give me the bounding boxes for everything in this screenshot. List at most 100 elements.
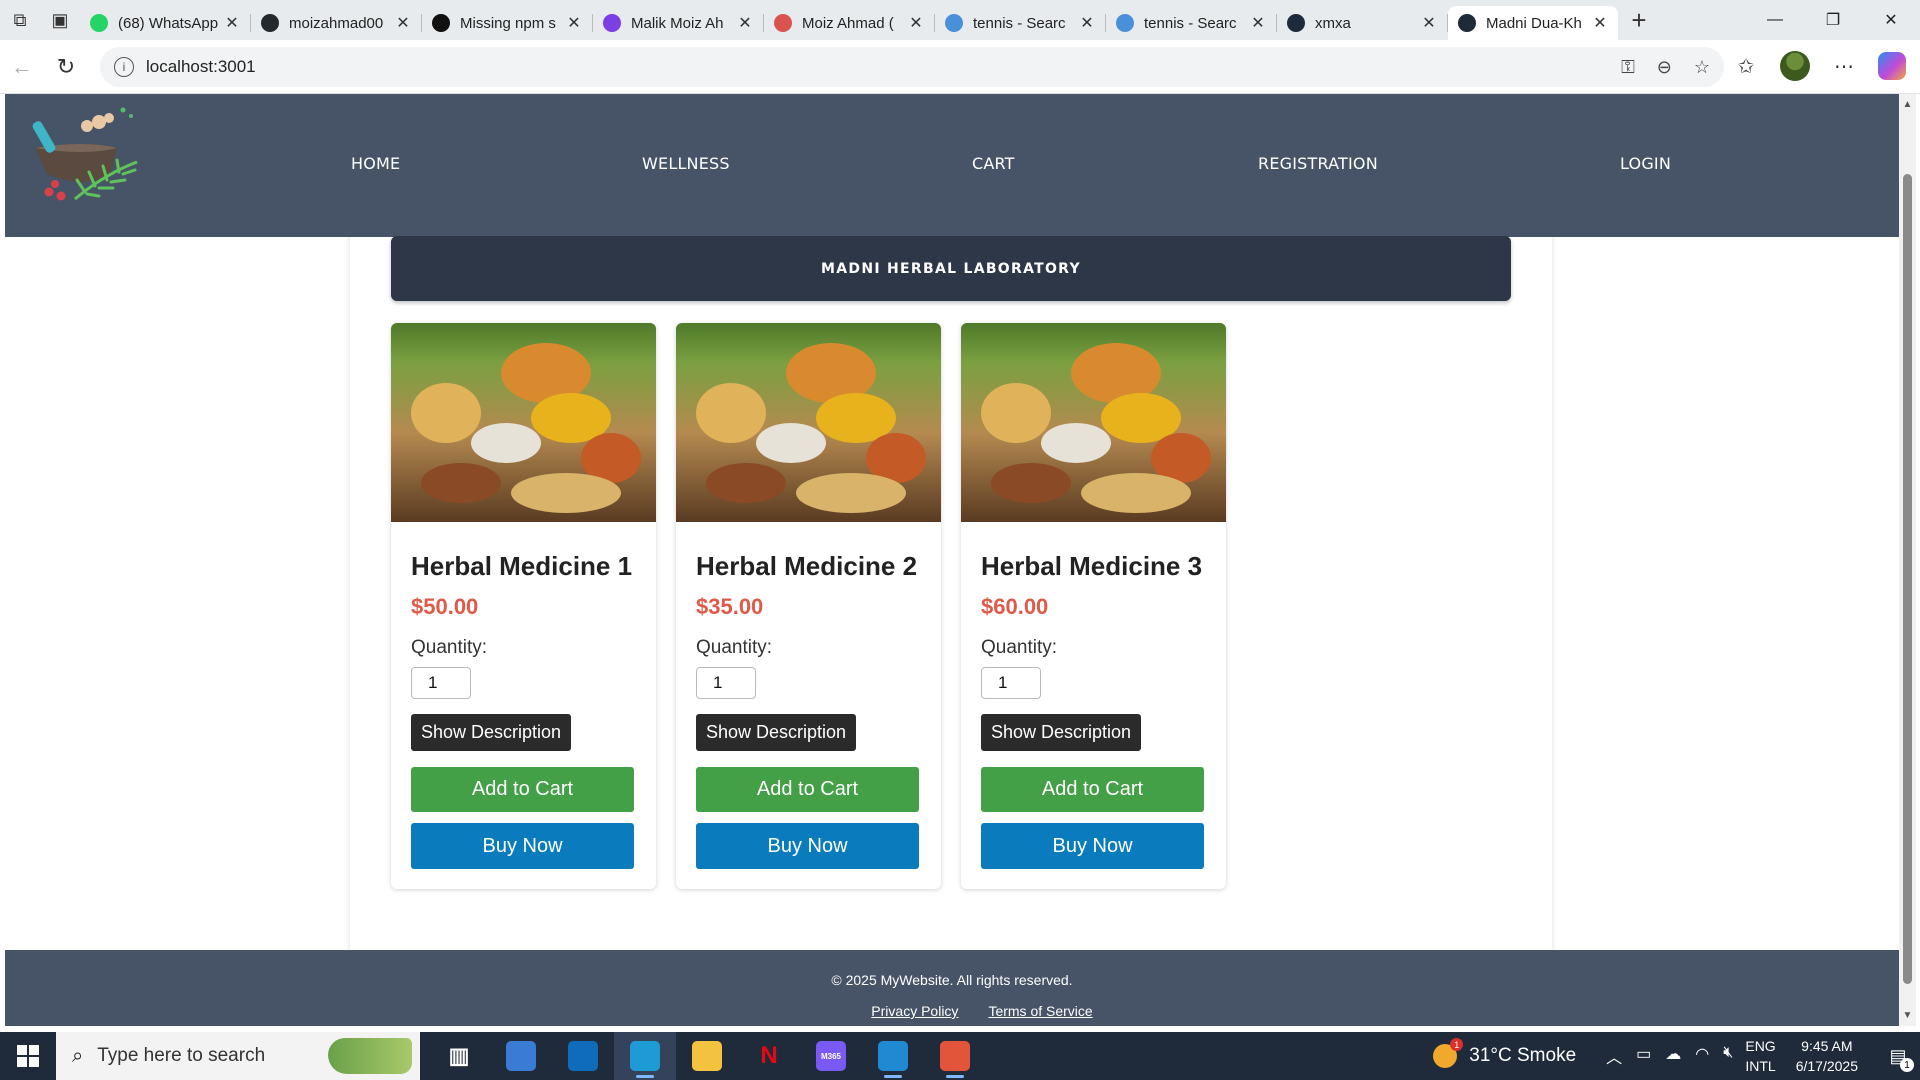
browser-tab[interactable]: Madni Dua-Kh ✕ bbox=[1448, 6, 1618, 40]
back-button[interactable]: ← bbox=[0, 47, 44, 87]
system-clock[interactable]: 9:45 AM 6/17/2025 bbox=[1796, 1036, 1858, 1076]
tab-actions-icon[interactable]: ▣ bbox=[40, 0, 80, 40]
close-window-button[interactable]: ✕ bbox=[1862, 0, 1920, 40]
search-highlight-image[interactable] bbox=[328, 1038, 412, 1074]
wifi-icon[interactable]: ◠ bbox=[1695, 1044, 1709, 1068]
taskbar-app-edge[interactable] bbox=[614, 1032, 676, 1080]
favorite-star-icon[interactable]: ☆ bbox=[1694, 57, 1710, 78]
browser-tab[interactable]: moizahmad00 ✕ bbox=[251, 6, 422, 40]
keyboard-layout: INTL bbox=[1745, 1058, 1776, 1074]
browser-tab[interactable]: Malik Moiz Ah ✕ bbox=[593, 6, 764, 40]
quantity-label: Quantity: bbox=[411, 637, 488, 658]
weather-sun-icon: 1 bbox=[1433, 1038, 1464, 1068]
minimize-button[interactable]: — bbox=[1746, 0, 1804, 40]
weather-widget[interactable]: 1 31°C Smoke bbox=[1433, 1038, 1577, 1068]
browser-tab[interactable]: tennis - Searc ✕ bbox=[1106, 6, 1277, 40]
restore-button[interactable]: ❐ bbox=[1804, 0, 1862, 40]
weather-alert-badge: 1 bbox=[1450, 1038, 1464, 1051]
site-info-icon[interactable]: i bbox=[114, 57, 134, 77]
url-text[interactable]: localhost:3001 bbox=[146, 57, 256, 77]
quantity-input[interactable] bbox=[696, 667, 756, 699]
show-description-button[interactable]: Show Description bbox=[411, 714, 571, 751]
close-tab-icon[interactable]: ✕ bbox=[224, 13, 240, 33]
start-button[interactable] bbox=[0, 1032, 56, 1080]
page-viewport: HOME WELLNESS CART REGISTRATION LOGIN MA… bbox=[5, 94, 1899, 1026]
nav-login[interactable]: LOGIN bbox=[1620, 154, 1671, 173]
nav-cart[interactable]: CART bbox=[972, 154, 1015, 173]
buy-now-button[interactable]: Buy Now bbox=[981, 823, 1204, 869]
product-name: Herbal Medicine 1 bbox=[411, 551, 633, 581]
notification-center-icon[interactable]: ▤ 1 bbox=[1876, 1032, 1920, 1080]
nav-wellness[interactable]: WELLNESS bbox=[642, 154, 730, 173]
weather-text: 31°C Smoke bbox=[1469, 1045, 1577, 1066]
browser-tab[interactable]: xmxa ✕ bbox=[1277, 6, 1448, 40]
search-icon bbox=[945, 14, 963, 32]
privacy-policy-link[interactable]: Privacy Policy bbox=[871, 1003, 958, 1019]
copyright-text: © 2025 MyWebsite. All rights reserved. bbox=[831, 972, 1073, 988]
input-language[interactable]: ENG INTL bbox=[1745, 1036, 1775, 1076]
taskbar-app-m365[interactable]: M365 bbox=[800, 1032, 862, 1080]
product-image bbox=[676, 323, 941, 522]
close-tab-icon[interactable]: ✕ bbox=[1079, 13, 1095, 33]
buy-now-button[interactable]: Buy Now bbox=[411, 823, 634, 869]
show-hidden-icons-chevron-icon[interactable]: ︿ bbox=[1606, 1044, 1622, 1068]
taskbar-app-vscode[interactable] bbox=[862, 1032, 924, 1080]
workspaces-icon[interactable]: ⧉ bbox=[0, 0, 40, 40]
show-description-button[interactable]: Show Description bbox=[696, 714, 856, 751]
vscode-icon bbox=[878, 1041, 908, 1071]
terms-of-service-link[interactable]: Terms of Service bbox=[988, 1003, 1092, 1019]
scroll-down-icon[interactable]: ▼ bbox=[1899, 1007, 1916, 1024]
cloud-offline-icon[interactable]: ☁ bbox=[1665, 1044, 1681, 1068]
scroll-up-icon[interactable]: ▲ bbox=[1899, 96, 1916, 113]
close-tab-icon[interactable]: ✕ bbox=[1592, 13, 1608, 33]
browser-tab[interactable]: Moiz Ahmad (✕ bbox=[764, 6, 935, 40]
taskbar-app-task-view[interactable]: ▥ bbox=[428, 1032, 490, 1080]
product-image bbox=[391, 323, 656, 522]
meet-now-icon[interactable]: ▭ bbox=[1636, 1044, 1651, 1068]
page-scrollbar[interactable]: ▲ ▼ bbox=[1899, 94, 1916, 1026]
more-options-icon[interactable]: ⋯ bbox=[1828, 48, 1860, 84]
volume-muted-icon[interactable]: 🔇︎ bbox=[1723, 1044, 1733, 1068]
quantity-input[interactable] bbox=[981, 667, 1041, 699]
nav-home[interactable]: HOME bbox=[351, 154, 400, 173]
task-view-icon: ▥ bbox=[448, 1043, 470, 1068]
browser-tab[interactable]: (68) WhatsApp ✕ bbox=[80, 6, 251, 40]
browser-tab[interactable]: tennis - Searc ✕ bbox=[935, 6, 1106, 40]
quantity-label: Quantity: bbox=[981, 637, 1058, 658]
new-tab-button[interactable]: + bbox=[1619, 0, 1659, 40]
profile-avatar[interactable] bbox=[1780, 51, 1810, 81]
scroll-thumb[interactable] bbox=[1903, 174, 1912, 984]
quantity-input[interactable] bbox=[411, 667, 471, 699]
product-price: $35.00 bbox=[696, 594, 764, 619]
close-tab-icon[interactable]: ✕ bbox=[395, 13, 411, 33]
close-tab-icon[interactable]: ✕ bbox=[1421, 13, 1437, 33]
product-price: $50.00 bbox=[411, 594, 479, 619]
key-icon[interactable]: ⚿ bbox=[1621, 57, 1635, 78]
address-bar[interactable]: i localhost:3001 ⚿ ⊖ ☆ bbox=[100, 47, 1724, 87]
close-tab-icon[interactable]: ✕ bbox=[566, 13, 582, 33]
add-to-cart-button[interactable]: Add to Cart bbox=[981, 767, 1204, 812]
close-tab-icon[interactable]: ✕ bbox=[908, 13, 924, 33]
show-description-button[interactable]: Show Description bbox=[981, 714, 1141, 751]
react-icon bbox=[1287, 14, 1305, 32]
vercel-v-icon bbox=[603, 14, 621, 32]
nav-registration[interactable]: REGISTRATION bbox=[1258, 154, 1378, 173]
favorites-icon[interactable]: ✩ bbox=[1730, 48, 1762, 84]
add-to-cart-button[interactable]: Add to Cart bbox=[696, 767, 919, 812]
refresh-button[interactable]: ↻ bbox=[44, 47, 88, 87]
taskbar-app-outlook[interactable] bbox=[552, 1032, 614, 1080]
add-to-cart-button[interactable]: Add to Cart bbox=[411, 767, 634, 812]
close-tab-icon[interactable]: ✕ bbox=[1250, 13, 1266, 33]
copilot-icon[interactable] bbox=[1878, 52, 1906, 80]
taskbar-app-snipping-tool[interactable] bbox=[924, 1032, 986, 1080]
taskbar-app-microsoft-store[interactable] bbox=[490, 1032, 552, 1080]
taskbar-search[interactable]: ⌕ Type here to search bbox=[56, 1032, 420, 1080]
site-nav: HOME WELLNESS CART REGISTRATION LOGIN bbox=[5, 94, 1899, 237]
browser-tab[interactable]: Missing npm s ✕ bbox=[422, 6, 593, 40]
taskbar-app-netflix[interactable]: N bbox=[738, 1032, 800, 1080]
lab-banner: MADNI HERBAL LABORATORY bbox=[391, 236, 1511, 301]
zoom-icon[interactable]: ⊖ bbox=[1657, 57, 1672, 78]
close-tab-icon[interactable]: ✕ bbox=[737, 13, 753, 33]
taskbar-app-file-explorer[interactable] bbox=[676, 1032, 738, 1080]
buy-now-button[interactable]: Buy Now bbox=[696, 823, 919, 869]
